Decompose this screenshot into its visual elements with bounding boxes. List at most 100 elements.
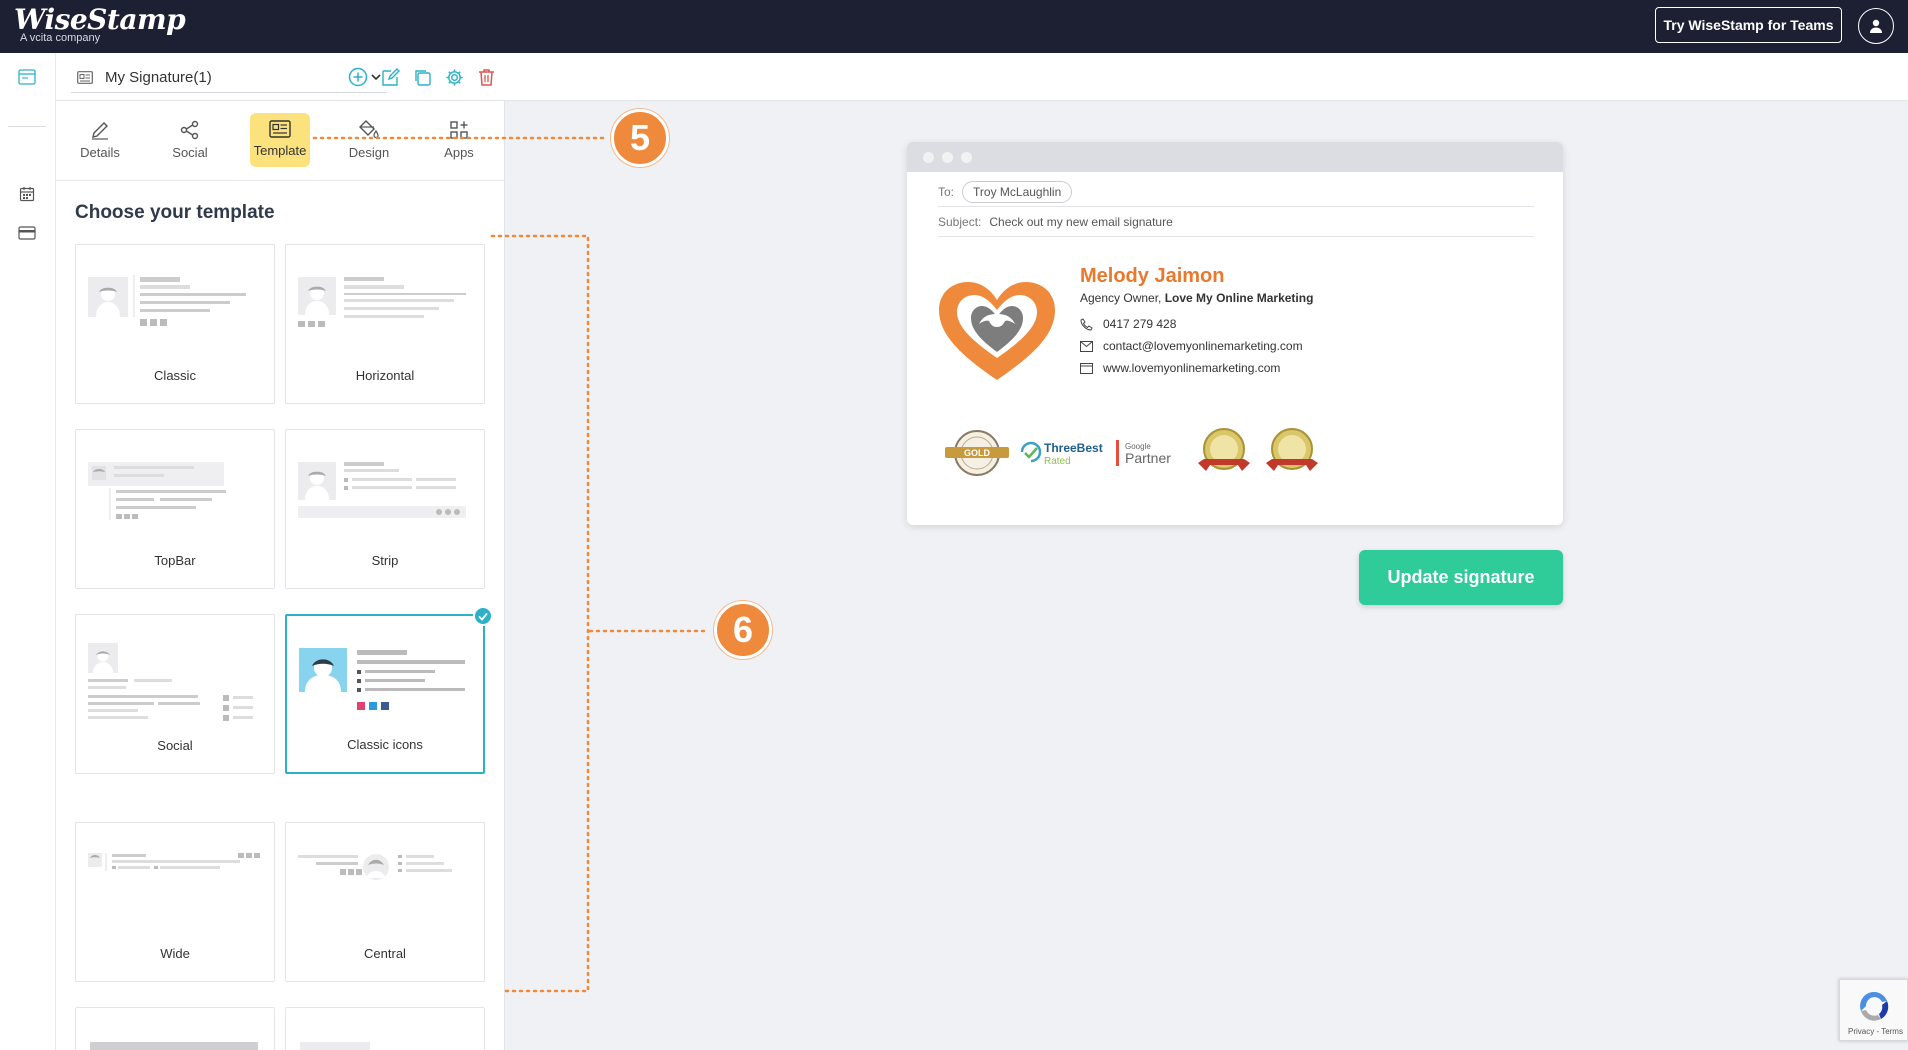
window-dot xyxy=(942,151,953,163)
template-card-horizontal[interactable]: Horizontal xyxy=(285,244,485,404)
threebest-award-badge-2 xyxy=(1266,428,1318,471)
annotation-bracket-6 xyxy=(490,234,590,993)
update-signature-button[interactable]: Update signature xyxy=(1359,550,1563,605)
signature-phone[interactable]: 0417 279 428 xyxy=(1080,317,1176,331)
rename-signature-button[interactable] xyxy=(379,66,401,88)
email-to-row: To: Troy McLaughlin xyxy=(938,177,1534,207)
calendar-icon xyxy=(19,187,35,202)
phone-number: 0417 279 428 xyxy=(1103,317,1177,331)
signature-website[interactable]: www.lovemyonlinemarketing.com xyxy=(1080,361,1280,375)
template-card-classic[interactable]: Classic xyxy=(75,244,275,404)
template-card-topbar[interactable]: TopBar xyxy=(75,429,275,589)
template-card-strip[interactable]: Strip xyxy=(285,429,485,589)
template-preview xyxy=(298,462,466,518)
template-preview xyxy=(298,277,466,327)
template-label: Horizontal xyxy=(355,368,415,383)
delete-icon xyxy=(478,68,494,86)
gold-text: GOLD xyxy=(964,448,990,458)
to-label: To: xyxy=(938,184,955,199)
user-menu-button[interactable] xyxy=(1858,8,1894,44)
email-subject-row: Subject: Check out my new email signatur… xyxy=(938,207,1534,237)
email-address: contact@lovemyonlinemarketing.com xyxy=(1103,339,1303,353)
recaptcha-badge[interactable]: Privacy - Terms xyxy=(1839,979,1908,1041)
calendar-rail-button[interactable] xyxy=(17,184,37,204)
wisestamp-logo[interactable]: WiseStamp A vcita company xyxy=(14,4,186,45)
pencil-icon xyxy=(92,122,108,140)
tab-details[interactable]: Details xyxy=(70,113,130,167)
template-preview xyxy=(88,853,260,871)
template-card-more-2[interactable] xyxy=(285,1007,485,1050)
user-icon xyxy=(1870,19,1882,33)
editor-panel: Details Social Template Design Apps Choo… xyxy=(56,101,505,1050)
checkmark-icon xyxy=(478,612,488,621)
gold-award-badge: GOLD xyxy=(945,430,1009,476)
share-icon xyxy=(180,120,199,140)
paint-bucket-icon xyxy=(359,120,379,139)
billing-rail-button[interactable] xyxy=(17,223,37,243)
template-label: Central xyxy=(364,946,406,961)
template-label: TopBar xyxy=(154,553,196,568)
try-teams-button[interactable]: Try WiseStamp for Teams xyxy=(1655,7,1842,43)
document-icon xyxy=(77,71,93,84)
website-url: www.lovemyonlinemarketing.com xyxy=(1103,361,1281,375)
tab-label: Apps xyxy=(444,145,474,160)
add-signature-button[interactable] xyxy=(347,66,369,88)
recipient-chip: Troy McLaughlin xyxy=(962,180,1073,203)
window-dot xyxy=(923,151,934,163)
tab-label: Template xyxy=(253,143,307,158)
template-preview xyxy=(88,643,253,721)
template-label: Classic icons xyxy=(347,737,423,752)
signature-title: Agency Owner, Love My Online Marketing xyxy=(1080,291,1314,305)
phone-icon xyxy=(1080,317,1093,331)
recaptcha-icon xyxy=(1860,992,1889,1021)
template-preview xyxy=(90,1042,258,1050)
signature-settings-button[interactable] xyxy=(443,66,465,88)
mail-icon xyxy=(1080,340,1093,352)
template-label: Classic xyxy=(154,368,196,383)
job-title: Agency Owner xyxy=(1080,291,1159,305)
template-label: Strip xyxy=(371,553,399,568)
company-name: Love My Online Marketing xyxy=(1164,291,1314,305)
template-preview xyxy=(298,854,452,880)
credit-card-icon xyxy=(18,226,36,240)
signature-select[interactable]: My Signature(1) xyxy=(71,63,387,93)
rated-text: Rated xyxy=(1044,456,1071,467)
settings-icon xyxy=(445,68,463,86)
tab-design[interactable]: Design xyxy=(339,113,399,167)
signature-name-text: Melody Jaimon xyxy=(1080,265,1225,287)
recaptcha-links: Privacy - Terms xyxy=(1848,1027,1903,1036)
rail-divider xyxy=(8,126,46,127)
tab-template[interactable]: Template xyxy=(250,113,310,167)
tab-social[interactable]: Social xyxy=(160,113,220,167)
panel-title: Choose your template xyxy=(75,202,275,223)
email-window-bar xyxy=(907,142,1563,172)
template-card-more-1[interactable] xyxy=(75,1007,275,1050)
add-icon xyxy=(348,67,368,87)
apps-icon xyxy=(450,121,468,139)
step-6-badge: 6 xyxy=(714,601,772,659)
badges-row: GOLD ThreeBest Rated Google Partner xyxy=(942,427,1322,479)
tab-label: Social xyxy=(172,145,208,160)
template-label: Social xyxy=(157,738,193,753)
tab-label: Details xyxy=(80,145,120,160)
template-card-central[interactable]: Central xyxy=(285,822,485,982)
duplicate-icon xyxy=(414,69,431,86)
template-label: Wide xyxy=(160,946,190,961)
threebest-award-badge-1 xyxy=(1198,428,1250,471)
template-card-social[interactable]: Social xyxy=(75,614,275,774)
template-card-wide[interactable]: Wide xyxy=(75,822,275,982)
browser-icon xyxy=(1080,362,1093,374)
signature-email[interactable]: contact@lovemyonlinemarketing.com xyxy=(1080,339,1303,353)
heart-logo-image xyxy=(939,282,1055,380)
template-card-classic-icons[interactable]: Classic icons xyxy=(285,606,493,774)
email-preview: To: Troy McLaughlin Subject: Check out m… xyxy=(907,142,1563,525)
tab-apps[interactable]: Apps xyxy=(429,113,489,167)
signature-rail-button[interactable] xyxy=(17,67,37,87)
subject-label: Subject: xyxy=(938,214,982,229)
template-icon xyxy=(269,120,291,138)
duplicate-signature-button[interactable] xyxy=(411,66,433,88)
google-partner-badge: Google Partner xyxy=(1116,440,1171,466)
delete-signature-button[interactable] xyxy=(475,66,497,88)
template-preview xyxy=(88,275,246,326)
template-preview xyxy=(299,648,465,710)
